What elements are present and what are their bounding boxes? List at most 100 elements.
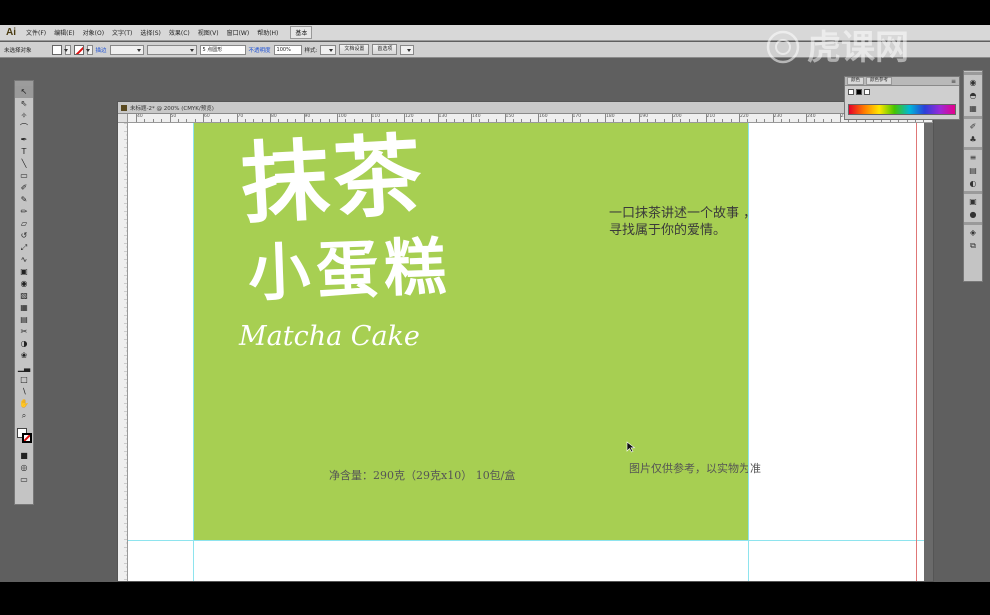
rectangle-icon[interactable]: ▭ <box>15 170 33 182</box>
symbols-icon[interactable]: ♣ <box>964 133 982 146</box>
menu-help[interactable]: 帮助(H) <box>253 28 282 37</box>
ruler-tick <box>831 119 833 122</box>
rotate-icon[interactable]: ↺ <box>15 230 33 242</box>
stroke-icon[interactable]: ≡ <box>964 151 982 164</box>
ruler-tick <box>613 119 615 122</box>
menu-effect[interactable]: 效果(C) <box>165 28 194 37</box>
slogan-line-2: 寻找属于你的爱情。 <box>609 223 727 238</box>
ruler-tick <box>454 119 456 122</box>
mesh-icon[interactable]: ▦ <box>15 302 33 314</box>
stroke-weight-field[interactable] <box>109 44 144 55</box>
ruler-tick <box>814 119 816 122</box>
guide-vertical-right[interactable] <box>748 123 749 581</box>
blend-icon[interactable]: ◑ <box>15 338 33 350</box>
preferences-button[interactable]: 首选项 <box>372 44 398 55</box>
gradient-icon[interactable]: ▤ <box>15 314 33 326</box>
stroke-panel-link[interactable]: 描边 <box>96 46 107 54</box>
black-swatch[interactable] <box>856 89 862 95</box>
menu-file[interactable]: 文件(F) <box>22 28 50 37</box>
opacity-panel-link[interactable]: 不透明度 <box>249 46 271 54</box>
brush-definition-dropdown[interactable]: 5 点圆形 <box>199 44 246 55</box>
line-icon[interactable]: ╲ <box>15 158 33 170</box>
fill-swatch[interactable] <box>51 44 62 55</box>
direct-selection-icon[interactable]: ⇖ <box>15 98 33 110</box>
selection-icon[interactable]: ↖ <box>15 86 33 98</box>
slice-icon[interactable]: ∖ <box>15 386 33 398</box>
free-transform-icon[interactable]: ▣ <box>15 266 33 278</box>
hand-icon[interactable]: ✋ <box>15 398 33 410</box>
scale-icon[interactable]: ⤢ <box>15 242 33 254</box>
opacity-field[interactable]: 100% <box>273 44 302 55</box>
lasso-icon[interactable]: ⌒ <box>15 122 33 134</box>
arrange-documents-dropdown[interactable] <box>400 44 415 55</box>
horizontal-ruler[interactable]: 40 50 60 70 80 90 100 110 120 130 140 150 160 170 180 1… <box>128 114 933 123</box>
appearance-icon[interactable]: ◉ <box>964 76 982 89</box>
ruler-tick <box>270 114 271 122</box>
color-guide-icon[interactable]: ◓ <box>964 89 982 102</box>
guide-horizontal[interactable] <box>128 540 933 541</box>
pen-icon[interactable]: ✒ <box>15 134 33 146</box>
artboard[interactable]: 抹茶 小蛋糕 Matcha Cake 一口抹茶讲述一个故事 ， 寻找属于你的爱情… <box>193 123 761 540</box>
ruler-tick <box>194 119 196 122</box>
stroke-dropdown[interactable] <box>85 44 93 55</box>
color-mode-icon[interactable]: ■ <box>15 450 33 462</box>
pencil-icon[interactable]: ✎ <box>15 194 33 206</box>
type-icon[interactable]: T <box>15 146 33 158</box>
panel-menu-icon[interactable]: ≡ <box>951 78 956 85</box>
ruler-tick <box>663 119 665 122</box>
tab-color-guide[interactable]: 颜色参考 <box>866 77 892 85</box>
stroke-color-icon[interactable] <box>22 433 32 443</box>
fill-stroke-indicator[interactable] <box>15 426 33 450</box>
workspace-switcher[interactable]: 基本 <box>290 26 313 39</box>
menu-object[interactable]: 对象(O) <box>79 28 108 37</box>
ruler-tick <box>320 119 322 122</box>
brushes-icon[interactable]: ✐ <box>964 120 982 133</box>
tab-color[interactable]: 颜色 <box>847 77 864 85</box>
blob-brush-icon[interactable]: ✏ <box>15 206 33 218</box>
transparency-icon[interactable]: ◐ <box>964 177 982 190</box>
shape-builder-icon[interactable]: ◉ <box>15 278 33 290</box>
slogan-text: 一口抹茶讲述一个故事 ， 寻找属于你的爱情。 <box>609 205 756 239</box>
eyedropper-icon[interactable]: ✂ <box>15 326 33 338</box>
zoom-icon[interactable]: ⌕ <box>15 410 33 422</box>
menu-select[interactable]: 选择(S) <box>136 28 165 37</box>
ruler-tick <box>429 119 431 122</box>
magic-wand-icon[interactable]: ✧ <box>15 110 33 122</box>
none-swatch[interactable] <box>848 89 854 95</box>
perspective-icon[interactable]: ▧ <box>15 290 33 302</box>
swatches-icon[interactable]: ▦ <box>964 102 982 115</box>
screen-mode-icon[interactable]: ▭ <box>15 474 33 486</box>
graph-icon[interactable]: ▁▃ <box>15 362 33 374</box>
guide-vertical-left[interactable] <box>193 123 194 581</box>
paintbrush-icon[interactable]: ✐ <box>15 182 33 194</box>
variable-width-dropdown[interactable] <box>146 44 197 55</box>
align-icon[interactable]: ● <box>964 208 982 221</box>
menu-type[interactable]: 文字(T) <box>108 28 136 37</box>
menu-edit[interactable]: 编辑(E) <box>50 28 78 37</box>
artboards-icon[interactable]: ⧉ <box>964 239 982 252</box>
gradient-icon[interactable]: ▤ <box>964 164 982 177</box>
ruler-tick <box>496 119 498 122</box>
white-swatch[interactable] <box>864 89 870 95</box>
artboard-icon[interactable]: □ <box>15 374 33 386</box>
color-spectrum[interactable] <box>848 104 956 115</box>
menu-window[interactable]: 窗口(W) <box>223 28 254 37</box>
symbol-sprayer-icon[interactable]: ❀ <box>15 350 33 362</box>
layers-icon[interactable]: ◈ <box>964 226 982 239</box>
eraser-icon[interactable]: ▱ <box>15 218 33 230</box>
vertical-ruler[interactable] <box>118 123 128 581</box>
ruler-origin[interactable] <box>118 114 128 123</box>
document-tab[interactable]: 未标题-2* @ 200% (CMYK/预览) <box>118 102 933 114</box>
ruler-tick <box>378 119 380 122</box>
strip-grip[interactable] <box>964 72 982 75</box>
menu-view[interactable]: 视图(V) <box>194 28 223 37</box>
graphic-styles-icon[interactable]: ▣ <box>964 195 982 208</box>
document-setup-button[interactable]: 文档设置 <box>339 44 370 55</box>
graphic-style-dropdown[interactable] <box>320 44 337 55</box>
ruler-tick <box>161 119 163 122</box>
warp-icon[interactable]: ∿ <box>15 254 33 266</box>
stroke-swatch[interactable] <box>73 44 84 55</box>
ruler-tick <box>755 119 757 122</box>
fill-dropdown[interactable] <box>63 44 71 55</box>
drawing-mode-icon[interactable]: ◎ <box>15 462 33 474</box>
